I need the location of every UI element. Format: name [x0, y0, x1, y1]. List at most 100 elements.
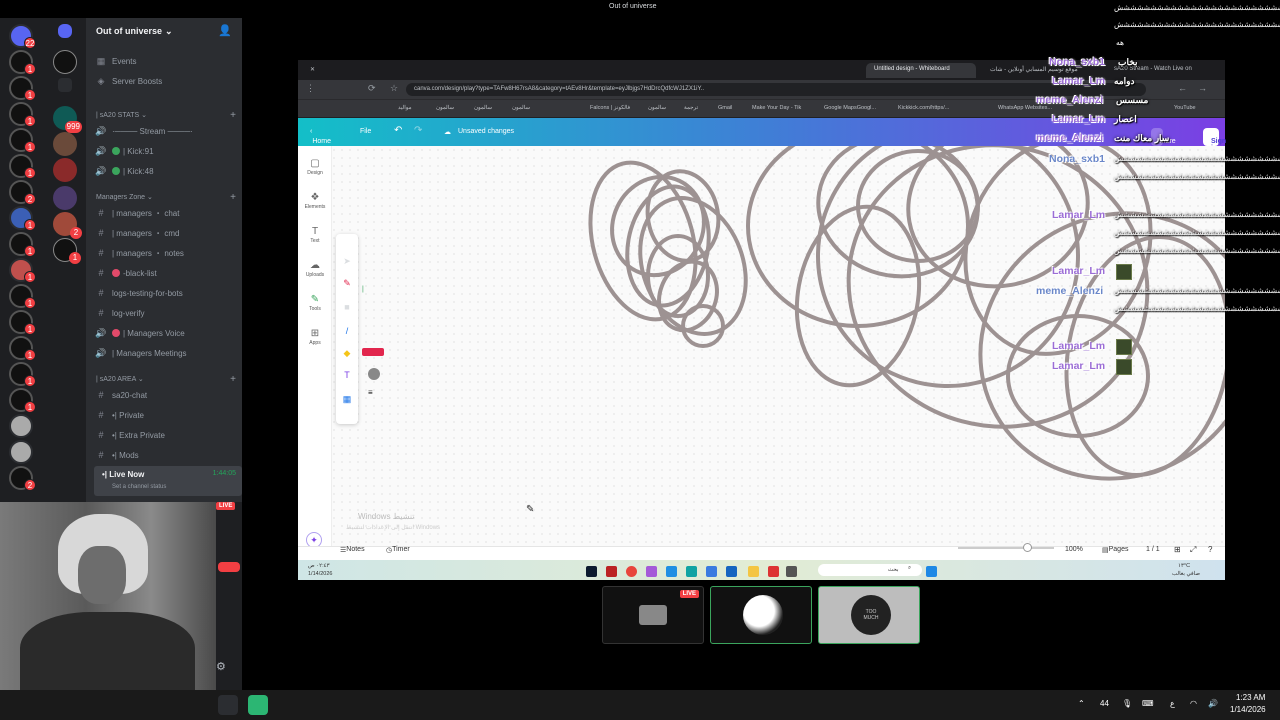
- channel-black-list[interactable]: # -black-list: [94, 264, 238, 282]
- app-icon[interactable]: [768, 566, 779, 577]
- folder-icon[interactable]: [748, 566, 759, 577]
- server-icon[interactable]: 1: [9, 206, 36, 231]
- bookmark[interactable]: سالمون: [512, 105, 530, 111]
- app-icon[interactable]: [646, 566, 657, 577]
- bookmark[interactable]: Kickkick.com/https/...: [898, 105, 949, 111]
- bookmark[interactable]: سالمون: [474, 105, 492, 111]
- forward-icon[interactable]: →: [1198, 83, 1207, 93]
- remote-search-box[interactable]: [818, 564, 922, 576]
- volume-icon[interactable]: 🔊: [1208, 699, 1218, 708]
- server-icon[interactable]: 1: [9, 128, 36, 153]
- channel-managers-cmd[interactable]: # | managers ・ cmd: [94, 224, 238, 242]
- gear-icon[interactable]: ⚙: [216, 660, 226, 673]
- bookmark[interactable]: Make Your Day - Tik: [752, 105, 801, 111]
- stream-thumb-user[interactable]: TOO MUCH: [818, 586, 920, 644]
- url-field[interactable]: canva.com/design/play?type=TAFw8H67rsA8&…: [406, 83, 1146, 96]
- timer-button[interactable]: ◷ Timer: [386, 546, 410, 554]
- plus-icon[interactable]: +: [230, 110, 236, 121]
- stream-thumb-screen[interactable]: LIVE: [602, 586, 704, 644]
- server-icon[interactable]: 1: [53, 238, 81, 264]
- server-icon[interactable]: [53, 50, 77, 74]
- server-icon[interactable]: 2: [53, 212, 82, 239]
- zoom-slider-handle[interactable]: [1023, 543, 1032, 552]
- server-icon[interactable]: 1: [9, 362, 36, 387]
- undo-icon[interactable]: ↶: [394, 125, 402, 136]
- language-indicator[interactable]: ع: [1170, 699, 1175, 708]
- windows-icon[interactable]: [926, 566, 937, 577]
- category-area[interactable]: | sA20 AREA ⌄ +: [96, 372, 236, 386]
- channel-managers-chat[interactable]: # | managers ・ chat: [94, 204, 238, 222]
- server-icon[interactable]: 1: [9, 258, 36, 283]
- channel-stream[interactable]: 🔊 ·──── Stream ────·: [94, 122, 238, 140]
- server-header[interactable]: Out of universe ⌄ 👤: [86, 18, 242, 44]
- home-icon[interactable]: 22: [9, 24, 36, 49]
- channel-managers-voice[interactable]: 🔊 | Managers Voice: [94, 324, 238, 342]
- channel-logs[interactable]: # logs-testing-for-bots: [94, 284, 238, 302]
- app-icon[interactable]: [606, 566, 617, 577]
- folder-icon[interactable]: [58, 24, 72, 38]
- keyboard-icon[interactable]: ⌨: [1142, 699, 1154, 708]
- channel-sa20-chat[interactable]: # sa20-chat: [94, 386, 238, 404]
- bookmark[interactable]: سالمون: [648, 105, 666, 111]
- server-icon[interactable]: 1: [9, 50, 36, 75]
- edge-icon[interactable]: [706, 566, 717, 577]
- category-managers[interactable]: Managers Zone ⌄ +: [96, 190, 236, 204]
- server-icon[interactable]: 1: [9, 102, 36, 127]
- bookmark[interactable]: ترجمة: [684, 105, 698, 111]
- channel-extra-private[interactable]: # •| Extra Private: [94, 426, 238, 444]
- server-icon[interactable]: [9, 440, 33, 464]
- channel-status[interactable]: Set a channel status: [112, 484, 166, 490]
- reload-icon[interactable]: ⟳: [368, 83, 376, 94]
- disconnect-button[interactable]: [218, 562, 240, 572]
- add-user-icon[interactable]: 👤: [218, 24, 232, 37]
- server-icon[interactable]: 2: [9, 466, 36, 491]
- sign-in-button[interactable]: Sign in: [1203, 128, 1226, 152]
- notes-button[interactable]: ☰ Notes: [340, 546, 365, 554]
- mic-icon[interactable]: 🎙: [1122, 699, 1132, 708]
- bookmark[interactable]: سالمون: [436, 105, 454, 111]
- close-icon[interactable]: ✕: [302, 63, 322, 78]
- channel-managers-notes[interactable]: # | managers ・ notes: [94, 244, 238, 262]
- home-button[interactable]: ‹ Home: [310, 128, 331, 145]
- server-icon[interactable]: [53, 158, 77, 182]
- server-icon[interactable]: 1: [9, 232, 36, 257]
- server-icon[interactable]: [53, 186, 77, 210]
- category-stats[interactable]: | sA20 STATS ⌄ +: [96, 108, 236, 122]
- app-icon[interactable]: [666, 566, 677, 577]
- channel-kick91[interactable]: 🔊 | Kick:91: [94, 142, 238, 160]
- fullscreen-icon[interactable]: ⤢: [1190, 545, 1196, 555]
- server-icon[interactable]: 1: [9, 154, 36, 179]
- magic-icon[interactable]: ✦: [306, 532, 322, 546]
- channel-private[interactable]: # •| Private: [94, 406, 238, 424]
- stream-thumb-user[interactable]: [710, 586, 812, 644]
- server-icon[interactable]: 1: [9, 76, 36, 101]
- back-icon[interactable]: ←: [1178, 83, 1187, 93]
- bookmark[interactable]: مواليد: [398, 105, 412, 111]
- server-icon[interactable]: 999: [53, 106, 82, 133]
- tab-whiteboard[interactable]: Untitled design - Whiteboard: [866, 63, 976, 78]
- app-icon[interactable]: [686, 566, 697, 577]
- channel-log-verify[interactable]: # log-verify: [94, 304, 238, 322]
- bookmark[interactable]: YouTube: [1174, 105, 1196, 111]
- menu-icon[interactable]: ⋮: [306, 83, 315, 94]
- star-icon[interactable]: ☆: [390, 83, 398, 94]
- bookmark[interactable]: Google MapsGoogl...: [824, 105, 876, 111]
- zoom-slider[interactable]: [958, 547, 1054, 549]
- server-icon[interactable]: 1: [9, 336, 36, 361]
- server-icon[interactable]: 1: [9, 310, 36, 335]
- zoom-level[interactable]: 100%: [1065, 546, 1083, 553]
- server-icon[interactable]: 1: [9, 388, 36, 413]
- discord-icon[interactable]: [218, 695, 238, 715]
- server-icon[interactable]: 1: [9, 284, 36, 309]
- app-icon[interactable]: [726, 566, 737, 577]
- bookmark[interactable]: Gmail: [718, 105, 732, 111]
- app-icon[interactable]: [586, 566, 597, 577]
- app-icon[interactable]: [248, 695, 268, 715]
- channel-live-now[interactable]: •| Live Now 1:44:05 Set a channel status: [94, 466, 242, 496]
- server-icon[interactable]: [9, 414, 33, 438]
- server-icon[interactable]: 2: [9, 180, 36, 205]
- app-icon[interactable]: [786, 566, 797, 577]
- pages-button[interactable]: ▤ Pages: [1102, 546, 1128, 554]
- grid-view-icon[interactable]: ⊞: [1174, 545, 1181, 554]
- channel-kick48[interactable]: 🔊 | Kick:48: [94, 162, 238, 180]
